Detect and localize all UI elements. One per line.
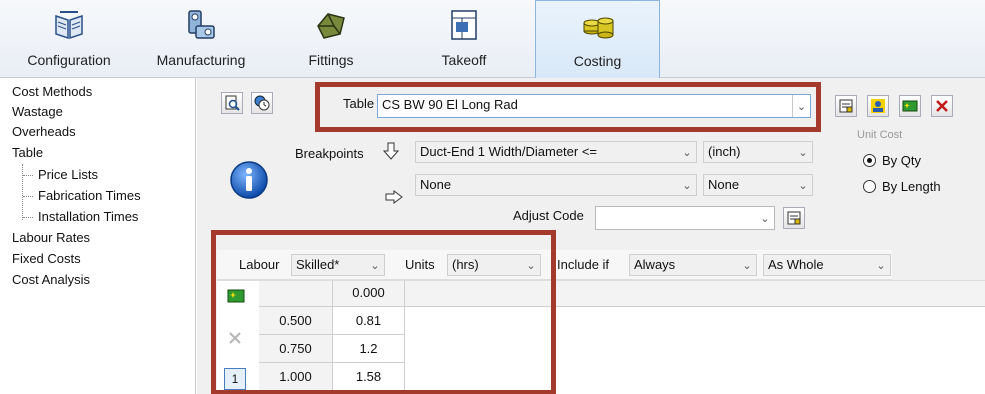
print-preview-button[interactable] [221, 92, 243, 114]
sidebar-item-label: Price Lists [38, 167, 98, 182]
highlight-table-box [315, 82, 821, 132]
fitting-icon [317, 13, 345, 39]
sidebar-item-cost-methods[interactable]: Cost Methods [12, 84, 92, 99]
chevron-down-icon: ⌄ [798, 179, 808, 192]
breakpoints-label: Breakpoints [295, 146, 364, 161]
tree-line [22, 164, 23, 220]
include-if-dropdown[interactable]: Always ⌄ [629, 254, 757, 276]
preview-icon [225, 95, 240, 111]
unit-cost-label: Unit Cost [857, 129, 903, 141]
include-if-label: Include if [557, 257, 610, 272]
adjust-code-label: Adjust Code [513, 208, 584, 223]
chevron-down-icon: ⌄ [760, 212, 770, 225]
adjust-code-edit-button[interactable] [783, 207, 805, 229]
sidebar-item-table[interactable]: Table [12, 145, 43, 160]
as-whole-dropdown[interactable]: As Whole ⌄ [763, 254, 891, 276]
tab-takeoff[interactable]: Takeoff [405, 0, 523, 78]
clock-globe-icon [254, 95, 270, 111]
sidebar-item-fixed-costs[interactable]: Fixed Costs [12, 251, 81, 266]
breakpoint-row2-unit: None [708, 177, 740, 192]
tab-fittings[interactable]: Fittings [272, 0, 390, 78]
adjust-code-dropdown[interactable]: ⌄ [595, 206, 775, 230]
tab-configuration[interactable]: Configuration [10, 0, 128, 78]
schedule-button[interactable] [251, 92, 273, 114]
tab-label: Takeoff [441, 52, 487, 68]
as-whole-value: As Whole [768, 257, 824, 272]
radio-by-length[interactable]: By Length [863, 179, 941, 194]
tab-label: Costing [573, 53, 622, 69]
breakpoint-row1-unit-dropdown[interactable]: (inch) ⌄ [703, 141, 813, 163]
chevron-down-icon: ⌄ [876, 259, 886, 272]
radio-label: By Length [882, 179, 941, 194]
arrow-right-icon [385, 190, 403, 204]
machine-icon [188, 10, 215, 39]
breakpoint-row1-value: Duct-End 1 Width/Diameter <= [420, 144, 598, 159]
breakpoint-row2-value: None [420, 177, 452, 192]
sidebar-item-price-lists[interactable]: Price Lists [24, 167, 98, 182]
radio-by-qty[interactable]: By Qty [863, 153, 921, 168]
sidebar-item-label: Fabrication Times [38, 188, 141, 203]
tab-label: Fittings [308, 52, 354, 68]
radio-dot [863, 180, 876, 193]
sidebar-item-labour-rates[interactable]: Labour Rates [12, 230, 90, 245]
chevron-down-icon: ⌄ [742, 259, 752, 272]
add-green-icon [902, 100, 918, 112]
breakpoint-row1-unit: (inch) [708, 144, 741, 159]
user-button[interactable] [867, 95, 889, 117]
breakpoint-row2-dropdown[interactable]: None ⌄ [415, 174, 697, 196]
chevron-down-icon: ⌄ [682, 146, 692, 159]
radio-label: By Qty [882, 153, 922, 168]
radio-dot-selected [863, 154, 876, 167]
sidebar-item-cost-analysis[interactable]: Cost Analysis [12, 272, 90, 287]
tab-label: Configuration [27, 52, 111, 68]
tab-label: Manufacturing [156, 52, 246, 68]
sidebar-item-installation-times[interactable]: Installation Times [24, 209, 138, 224]
tab-manufacturing[interactable]: Manufacturing [142, 0, 260, 78]
takeoff-icon [451, 10, 477, 40]
sidebar-item-overheads[interactable]: Overheads [12, 124, 76, 139]
main-panel: Table CS BW 90 El Long Rad ⌄ Unit Cost B… [197, 78, 985, 394]
add-table-button[interactable] [899, 95, 921, 117]
info-icon [230, 161, 268, 199]
delete-table-button[interactable] [931, 95, 953, 117]
breakpoint-row1-dropdown[interactable]: Duct-End 1 Width/Diameter <= ⌄ [415, 141, 697, 163]
properties-button[interactable] [835, 95, 857, 117]
sidebar-item-wastage[interactable]: Wastage [12, 104, 63, 119]
properties-icon [787, 211, 801, 225]
sidebar-item-label: Installation Times [38, 209, 139, 224]
properties-icon [839, 99, 853, 113]
user-icon [871, 99, 885, 113]
chevron-down-icon: ⌄ [798, 146, 808, 159]
include-if-value: Always [634, 257, 676, 272]
close-icon [936, 100, 948, 112]
sidebar-item-fabrication-times[interactable]: Fabrication Times [24, 188, 141, 203]
highlight-grid-box [211, 230, 556, 394]
chevron-down-icon: ⌄ [682, 179, 692, 192]
arrow-down-icon [383, 142, 399, 160]
book-icon [55, 11, 83, 40]
tab-costing[interactable]: Costing [535, 0, 660, 78]
breakpoint-row2-unit-dropdown[interactable]: None ⌄ [703, 174, 813, 196]
ribbon: Configuration Manufacturing Fittings Tak… [0, 0, 985, 78]
coins-icon [583, 17, 613, 39]
sidebar: Cost Methods Wastage Overheads Table Pri… [0, 78, 196, 394]
